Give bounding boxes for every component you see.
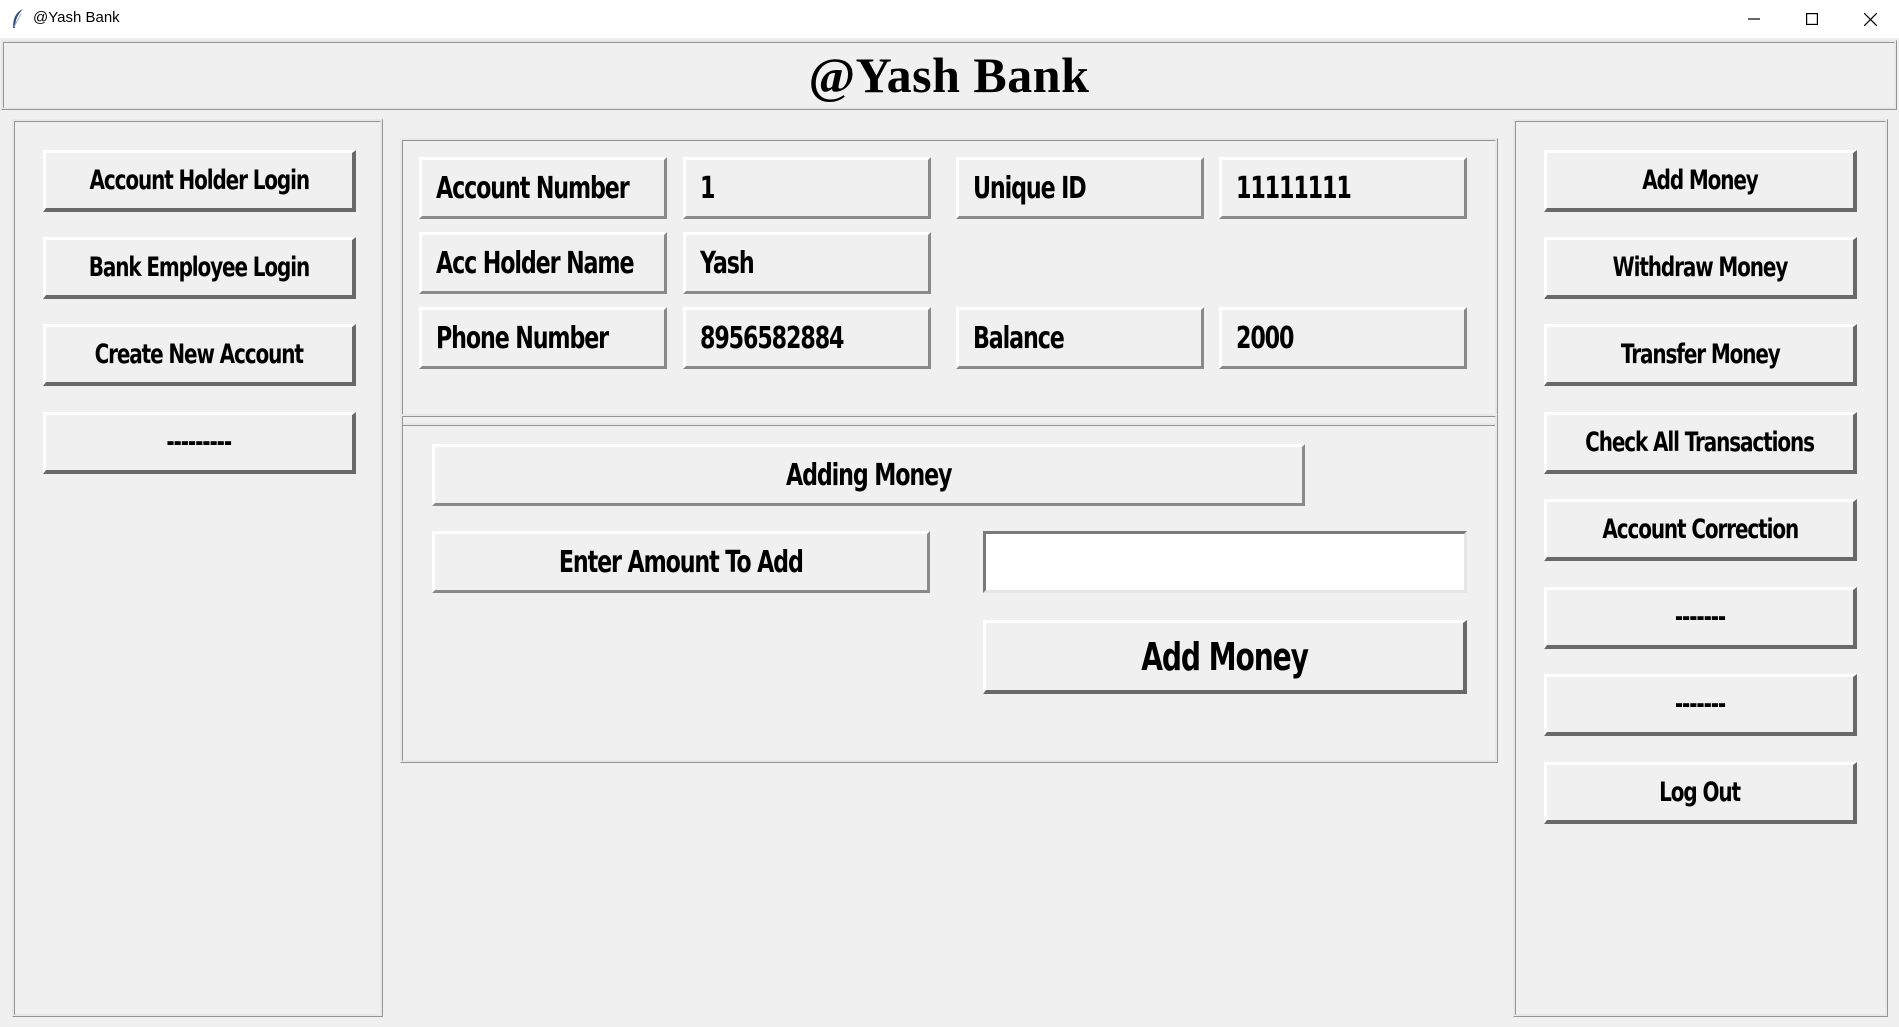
withdraw-money-button[interactable]: Withdraw Money	[1544, 237, 1857, 299]
right-menu-panel: Add Money Withdraw Money Transfer Money …	[1513, 119, 1888, 1017]
unique-id-value: 11111111	[1219, 157, 1467, 219]
minimize-icon	[1748, 18, 1760, 20]
header-frame: @Yash Bank	[1, 40, 1897, 110]
left-menu-panel: Account Holder Login Bank Employee Login…	[12, 119, 383, 1017]
window-titlebar: @Yash Bank	[0, 0, 1899, 39]
feather-icon	[13, 9, 23, 28]
app-header-title: @Yash Bank	[808, 47, 1090, 103]
account-info-panel: Account Number 1 Unique ID 11111111 Acc …	[400, 138, 1498, 426]
balance-value: 2000	[1219, 307, 1467, 369]
add-money-panel: Adding Money Enter Amount To Add Add Mon…	[400, 414, 1498, 763]
placeholder-button-1[interactable]: -------	[1544, 587, 1857, 649]
amount-label: Enter Amount To Add	[432, 531, 930, 593]
minimize-button[interactable]	[1725, 0, 1783, 38]
phone-number-value: 8956582884	[683, 307, 931, 369]
holder-name-label: Acc Holder Name	[419, 232, 667, 294]
placeholder-button[interactable]: ---------	[43, 412, 356, 474]
placeholder-button-2[interactable]: -------	[1544, 674, 1857, 736]
close-icon	[1863, 12, 1877, 26]
transfer-money-button[interactable]: Transfer Money	[1544, 324, 1857, 386]
account-holder-login-button[interactable]: Account Holder Login	[43, 150, 356, 212]
add-money-submit-button[interactable]: Add Money	[983, 620, 1467, 694]
check-all-transactions-button[interactable]: Check All Transactions	[1544, 412, 1857, 474]
account-correction-button[interactable]: Account Correction	[1544, 499, 1857, 561]
create-new-account-button[interactable]: Create New Account	[43, 324, 356, 386]
app-window-body: @Yash Bank Account Holder Login Bank Emp…	[0, 38, 1899, 1027]
maximize-icon	[1806, 13, 1818, 25]
close-button[interactable]	[1841, 0, 1899, 38]
log-out-button[interactable]: Log Out	[1544, 762, 1857, 824]
holder-name-value: Yash	[683, 232, 931, 294]
unique-id-label: Unique ID	[956, 157, 1204, 219]
amount-input[interactable]	[983, 531, 1467, 593]
phone-number-label: Phone Number	[419, 307, 667, 369]
bank-employee-login-button[interactable]: Bank Employee Login	[43, 237, 356, 299]
window-title: @Yash Bank	[33, 9, 120, 26]
maximize-button[interactable]	[1783, 0, 1841, 38]
account-number-value: 1	[683, 157, 931, 219]
adding-money-heading: Adding Money	[432, 444, 1305, 506]
account-number-label: Account Number	[419, 157, 667, 219]
add-money-menu-button[interactable]: Add Money	[1544, 150, 1857, 212]
balance-label: Balance	[956, 307, 1204, 369]
